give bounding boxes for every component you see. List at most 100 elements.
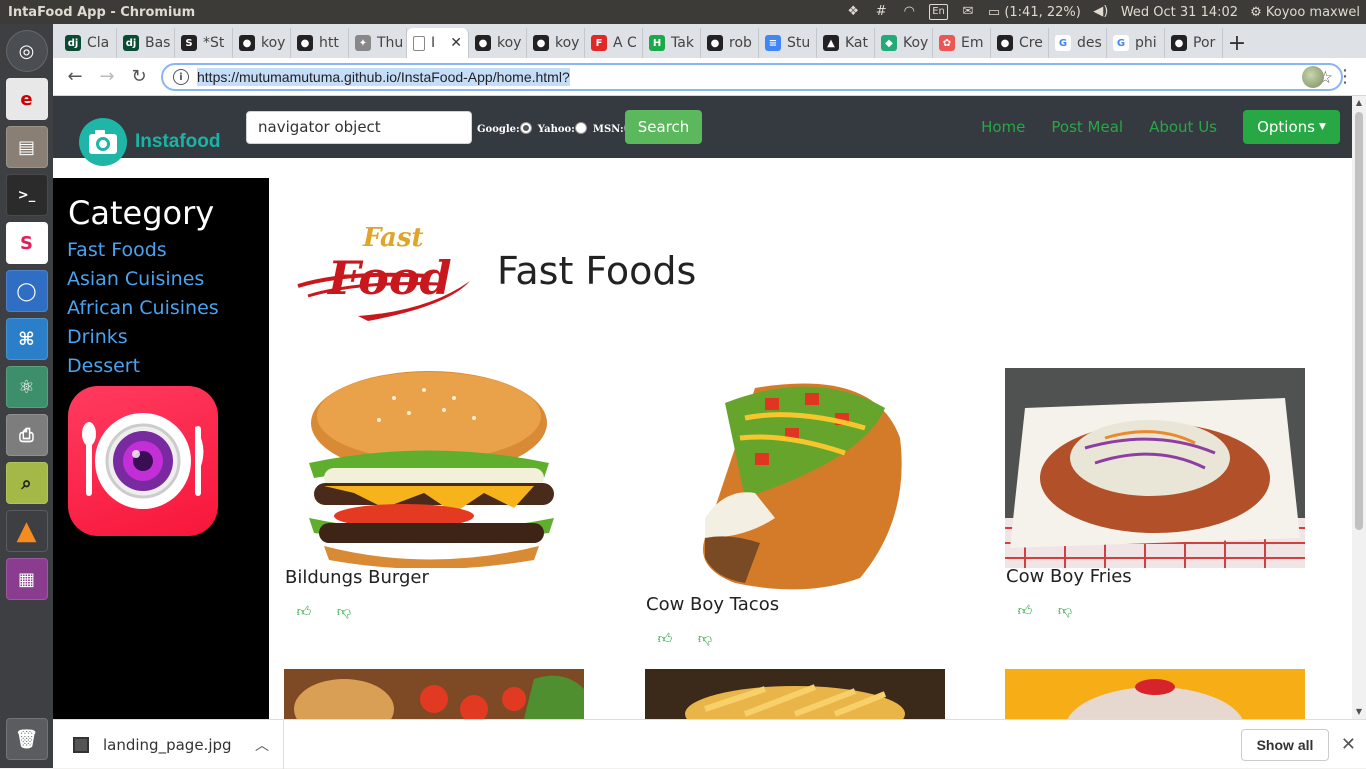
close-tab-icon[interactable]: ✕ [450,35,462,51]
workspaces-icon[interactable]: ▦ [5,558,48,600]
mail-icon[interactable]: ✉ [960,4,976,20]
pizza-image[interactable] [284,669,584,719]
slack-tray-icon[interactable]: # [873,4,889,20]
category-drinks[interactable]: Drinks [67,323,219,352]
browser-tab[interactable]: ▲ Kat [817,28,875,58]
thumbs-down-icon[interactable]: 👎︎ [336,604,352,620]
thumbs-up-icon[interactable]: 👍︎ [296,604,312,620]
category-asian-cuisines[interactable]: Asian Cuisines [67,265,219,294]
scroll-thumb[interactable] [1355,112,1363,530]
site-info-icon[interactable]: i [173,69,189,85]
volume-icon[interactable]: ◀) [1093,4,1109,20]
meal-votes: 👍︎ 👎︎ [1017,603,1073,619]
thumbs-up-icon[interactable]: 👍︎ [657,631,673,647]
browser-tab[interactable]: I ✕ [407,28,469,58]
address-bar[interactable]: i https://mutumamutuma.github.io/InstaFo… [161,63,1343,91]
reload-button[interactable]: ↻ [123,61,155,93]
chevron-up-icon[interactable]: ︿ [255,735,269,755]
french-fries-image[interactable] [645,669,945,719]
search-button[interactable]: Search [625,110,702,144]
svg-text:Fast: Fast [362,223,424,253]
atom-icon[interactable]: ⚛ [5,366,48,408]
scroll-down-icon[interactable]: ▼ [1352,705,1366,719]
taco-image[interactable] [645,368,945,600]
back-button[interactable]: ← [59,61,91,93]
nav-home[interactable]: Home [981,118,1025,136]
browser-tab[interactable]: S *St [175,28,233,58]
close-icon[interactable]: ✕ [1341,734,1356,755]
ubuntu-dash-icon[interactable]: ◎ [5,30,48,72]
thumbs-up-icon[interactable]: 👍︎ [1017,603,1033,619]
search-input[interactable]: navigator object [246,111,472,144]
donut-image[interactable] [1005,669,1305,719]
engine-radio[interactable] [519,122,532,134]
chromium-icon[interactable]: ◯ [5,270,48,312]
vscode-icon[interactable]: ⌘ [5,318,48,360]
browser-tab[interactable]: ● rob [701,28,759,58]
engine-option[interactable]: Yahoo: [538,122,587,135]
browser-tab[interactable]: ✿ Em [933,28,991,58]
browser-tab[interactable]: H Tak [643,28,701,58]
terminal-icon[interactable]: >_ [5,174,48,216]
profile-avatar[interactable] [1302,66,1324,88]
browser-tab[interactable]: ◆ Koy [875,28,933,58]
browser-tab[interactable]: ● koy [527,28,585,58]
tab-title: des [1077,35,1102,51]
category-african-cuisines[interactable]: African Cuisines [67,294,219,323]
show-all-button[interactable]: Show all [1241,729,1329,761]
scanner-icon[interactable]: ⎙ [5,414,48,456]
page-scrollbar[interactable]: ▲ ▼ [1352,96,1366,719]
browser-toolbar: ← → ↻ i https://mutumamutuma.github.io/I… [53,58,1366,96]
loaded-fries-image[interactable] [1005,368,1305,572]
browser-tab[interactable]: ● koy [469,28,527,58]
category-fast-foods[interactable]: Fast Foods [67,236,219,265]
browser-tab[interactable]: ● koy [233,28,291,58]
dropbox-icon[interactable]: ❖ [845,4,861,20]
nav-post-meal[interactable]: Post Meal [1051,118,1123,136]
browser-tab[interactable]: ≡ Stu [759,28,817,58]
forward-button[interactable]: → [91,61,123,93]
engine-radio[interactable] [574,122,587,134]
browser-tab[interactable]: dj Bas [117,28,175,58]
category-dessert[interactable]: Dessert [67,352,219,381]
github-icon: ● [475,35,491,51]
thumbs-down-icon[interactable]: 👎︎ [697,631,713,647]
clock[interactable]: Wed Oct 31 14:02 [1121,5,1238,20]
meal-card: Cow Boy Tacos 👍︎ 👎︎ [645,368,945,648]
battery-indicator[interactable]: ▭ (1:41, 22%) [988,5,1081,20]
browser-tab[interactable]: Gphi [1107,28,1165,58]
ebook-reader-icon[interactable]: e [5,78,48,120]
fast-food-logo: Fast Food [288,216,473,326]
files-icon[interactable]: ▤ [5,126,48,168]
tab-title: htt [319,35,339,51]
browser-tab[interactable]: FA C [585,28,643,58]
browser-tab[interactable]: Gdes [1049,28,1107,58]
tab-title: Thu [377,35,404,51]
browser-tab[interactable]: ● Por [1165,28,1223,58]
options-dropdown-button[interactable]: Options ▼ [1243,110,1340,144]
slack-icon[interactable]: S [5,222,48,264]
thumbs-down-icon[interactable]: 👎︎ [1057,603,1073,619]
browser-tab[interactable]: ✦ Thu [349,28,407,58]
image-viewer-icon[interactable]: ⌕ [5,462,48,504]
trash-icon[interactable]: 🗑 [5,718,48,760]
brand[interactable]: Instafood [79,118,221,166]
keyboard-layout-indicator[interactable]: En [929,4,948,20]
nav-about-us[interactable]: About Us [1149,118,1217,136]
tab-strip: dj Cla dj Bas S *St ● koy ● htt ✦ Thu I ✕ ● koy ● koy F A C… [53,24,1366,58]
browser-tab[interactable]: ● Cre [991,28,1049,58]
meal-name: Cow Boy Tacos [646,594,780,615]
burger-image[interactable] [284,368,559,572]
browser-tab[interactable]: ● htt [291,28,349,58]
download-item[interactable]: landing_page.jpg ︿ [53,720,284,769]
engine-option[interactable]: Google: [477,122,532,135]
new-tab-button[interactable]: + [1223,28,1251,58]
browser-tab[interactable]: dj Cla [59,28,117,58]
meal-votes: 👍︎ 👎︎ [657,631,713,647]
scroll-up-icon[interactable]: ▲ [1352,96,1366,110]
vlc-icon[interactable]: ▲ [5,510,48,552]
browser-menu-icon[interactable]: ⋮ [1335,64,1355,90]
tab-title: Tak [671,35,694,51]
wifi-icon[interactable]: ◠ [901,4,917,20]
user-menu[interactable]: ⚙ Koyoo maxwel [1250,5,1360,20]
